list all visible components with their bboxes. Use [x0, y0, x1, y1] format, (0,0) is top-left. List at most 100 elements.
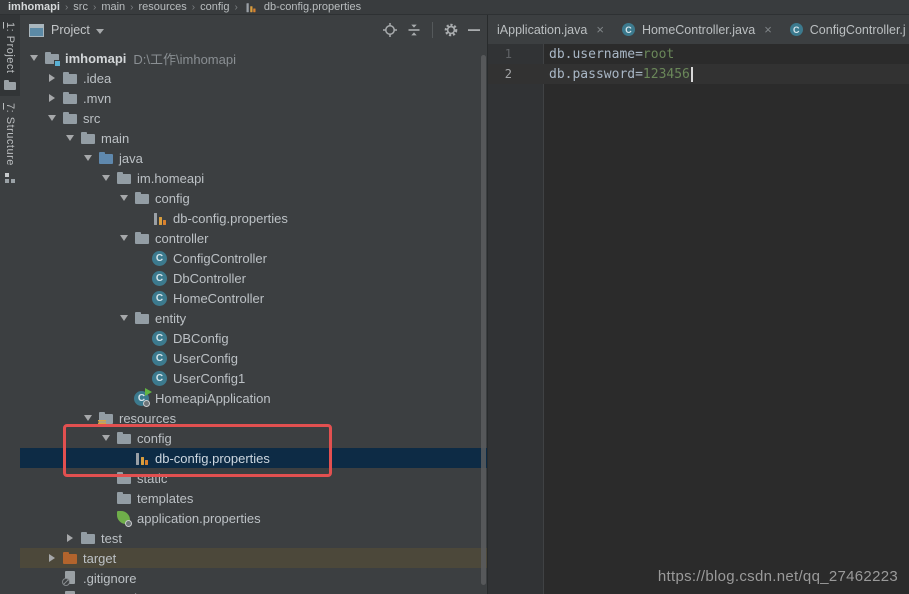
gitignore-file-icon: [62, 570, 78, 586]
tree-arrow-expanded[interactable]: [78, 415, 98, 421]
project-panel-title[interactable]: Project: [51, 23, 90, 37]
tree-item-test[interactable]: test: [20, 528, 487, 548]
tree-item-src[interactable]: src: [20, 108, 487, 128]
tree-item-label: src: [83, 111, 100, 126]
chevron-down-icon[interactable]: [96, 29, 104, 34]
properties-file-icon: [152, 210, 168, 226]
tree-arrow-expanded[interactable]: [114, 235, 134, 241]
scrollbar-thumb[interactable]: [481, 55, 486, 585]
tree-arrow-expanded[interactable]: [114, 195, 134, 201]
breadcrumb: imhomapi›src›main›resources›config›db-co…: [0, 0, 909, 15]
class-icon: C: [152, 350, 168, 366]
tool-window-button-project[interactable]: 1: Project: [0, 15, 20, 96]
tree-item-label: DbController: [173, 271, 246, 286]
tree-item-label: HELP.md: [83, 591, 137, 594]
tree-item-main[interactable]: main: [20, 128, 487, 148]
class-letter: C: [152, 331, 167, 346]
code-text[interactable]: db.username=root: [549, 47, 674, 62]
editor-line-2[interactable]: 2 db.password=123456: [488, 64, 909, 84]
tree-item--mvn[interactable]: .mvn: [20, 88, 487, 108]
tree-item-configcontrolle-r[interactable]: CConfigController: [20, 248, 487, 268]
tree-item-homecontroller[interactable]: CHomeController: [20, 288, 487, 308]
tool-window-button-structure[interactable]: 7: Structure: [0, 96, 20, 190]
class-icon: C: [152, 330, 168, 346]
settings-gear-icon[interactable]: [443, 22, 459, 38]
breadcrumb-item-main[interactable]: main: [101, 1, 125, 13]
tree-item-entity[interactable]: entity: [20, 308, 487, 328]
tree-item--gitignore[interactable]: .gitignore: [20, 568, 487, 588]
class-icon: C: [152, 370, 168, 386]
class-icon: C: [622, 23, 636, 37]
tree-arrow-expanded[interactable]: [96, 435, 116, 441]
tab-label: ConfigController.j: [810, 23, 906, 37]
tree-item-static[interactable]: static: [20, 468, 487, 488]
tree-arrow-expanded[interactable]: [42, 115, 62, 121]
tree-arrow-expanded[interactable]: [60, 135, 80, 141]
tree-item-application-properties[interactable]: application.properties: [20, 508, 487, 528]
tree-arrow-expanded[interactable]: [78, 155, 98, 161]
tree-item-templates[interactable]: templates: [20, 488, 487, 508]
tool-window-label: 7: Structure: [4, 103, 16, 166]
editor-tab-homecontroller-java[interactable]: CHomeController.java×: [613, 15, 781, 44]
tree-item-target[interactable]: target: [20, 548, 487, 568]
breadcrumb-separator: ›: [93, 2, 96, 13]
editor-body[interactable]: 1 db.username=root 2 db.password=123456: [488, 44, 909, 594]
breadcrumb-item-config[interactable]: config: [200, 1, 229, 13]
class-icon: C: [152, 270, 168, 286]
tree-arrow-expanded[interactable]: [24, 55, 44, 61]
locate-icon[interactable]: [382, 22, 398, 38]
hide-panel-icon[interactable]: [467, 22, 481, 38]
project-scrollbar[interactable]: [480, 45, 487, 594]
tree-item-java[interactable]: java: [20, 148, 487, 168]
tree-item-userconfig[interactable]: C UserConfig: [20, 348, 487, 368]
tree-item-help-md[interactable]: HELP.md: [20, 588, 487, 594]
project-panel: Project: [20, 15, 487, 594]
line-number[interactable]: 2: [488, 67, 512, 81]
collapse-all-icon[interactable]: [406, 22, 422, 38]
tree-item-label: UserConfig: [173, 351, 238, 366]
tree-item-label: controller: [155, 231, 208, 246]
package-folder-icon: [116, 170, 132, 186]
tree-item-imhomapi[interactable]: imhomapiD:\工作\imhomapi: [20, 48, 487, 68]
editor-tab-configcontroller-j[interactable]: CConfigController.j: [781, 15, 909, 44]
tree-item-label: imhomapi: [65, 51, 126, 66]
tree-item-dbcontroller[interactable]: C DbController: [20, 268, 487, 288]
source-folder-icon: [98, 150, 114, 166]
project-folder-icon: [44, 50, 60, 66]
breadcrumb-item-resources[interactable]: resources: [139, 1, 187, 13]
editor-line-1[interactable]: 1 db.username=root: [488, 44, 909, 64]
tree-item--idea[interactable]: .idea: [20, 68, 487, 88]
breadcrumb-item-db-config-properties[interactable]: db-config.properties: [264, 1, 361, 13]
tree-arrow-collapsed[interactable]: [60, 534, 80, 542]
tree-arrow-collapsed[interactable]: [42, 554, 62, 562]
tree-arrow-expanded[interactable]: [114, 315, 134, 321]
tree-item-label: resources: [119, 411, 176, 426]
tree-item-dbconfig[interactable]: CDBConfig: [20, 328, 487, 348]
editor-gutter[interactable]: [488, 44, 544, 594]
line-number[interactable]: 1: [488, 47, 512, 61]
ide-window: imhomapi›src›main›resources›config›db-co…: [0, 0, 909, 594]
breadcrumb-separator: ›: [65, 2, 68, 13]
tree-arrow-collapsed[interactable]: [42, 94, 62, 102]
tree-item-config[interactable]: config: [20, 428, 487, 448]
class-letter: C: [152, 371, 167, 386]
tree-item-resources[interactable]: resources: [20, 408, 487, 428]
tool-window-label: 1: Project: [4, 22, 16, 73]
editor-tab-iapplication-java[interactable]: iApplication.java×: [488, 15, 613, 44]
breadcrumb-item-imhomapi[interactable]: imhomapi: [8, 1, 60, 13]
tree-item-userconfig1[interactable]: CUserConfig1: [20, 368, 487, 388]
tree-item-controller[interactable]: controller: [20, 228, 487, 248]
tree-item-im-homeapi[interactable]: im.homeapi: [20, 168, 487, 188]
tree-item-db-config-properties[interactable]: db-config.properties: [20, 448, 487, 468]
close-tab-icon[interactable]: ×: [764, 23, 772, 36]
tree-item-config[interactable]: config: [20, 188, 487, 208]
tree-item-homeapiapplication[interactable]: CHomeapiApplication: [20, 388, 487, 408]
tree-item-label: java: [119, 151, 143, 166]
close-tab-icon[interactable]: ×: [596, 23, 604, 36]
tree-arrow-expanded[interactable]: [96, 175, 116, 181]
breadcrumb-item-src[interactable]: src: [73, 1, 88, 13]
tree-arrow-collapsed[interactable]: [42, 74, 62, 82]
folder-icon: [62, 110, 78, 126]
tree-item-db-config-properties[interactable]: db-config.properties: [20, 208, 487, 228]
code-text[interactable]: db.password=123456: [549, 67, 693, 82]
